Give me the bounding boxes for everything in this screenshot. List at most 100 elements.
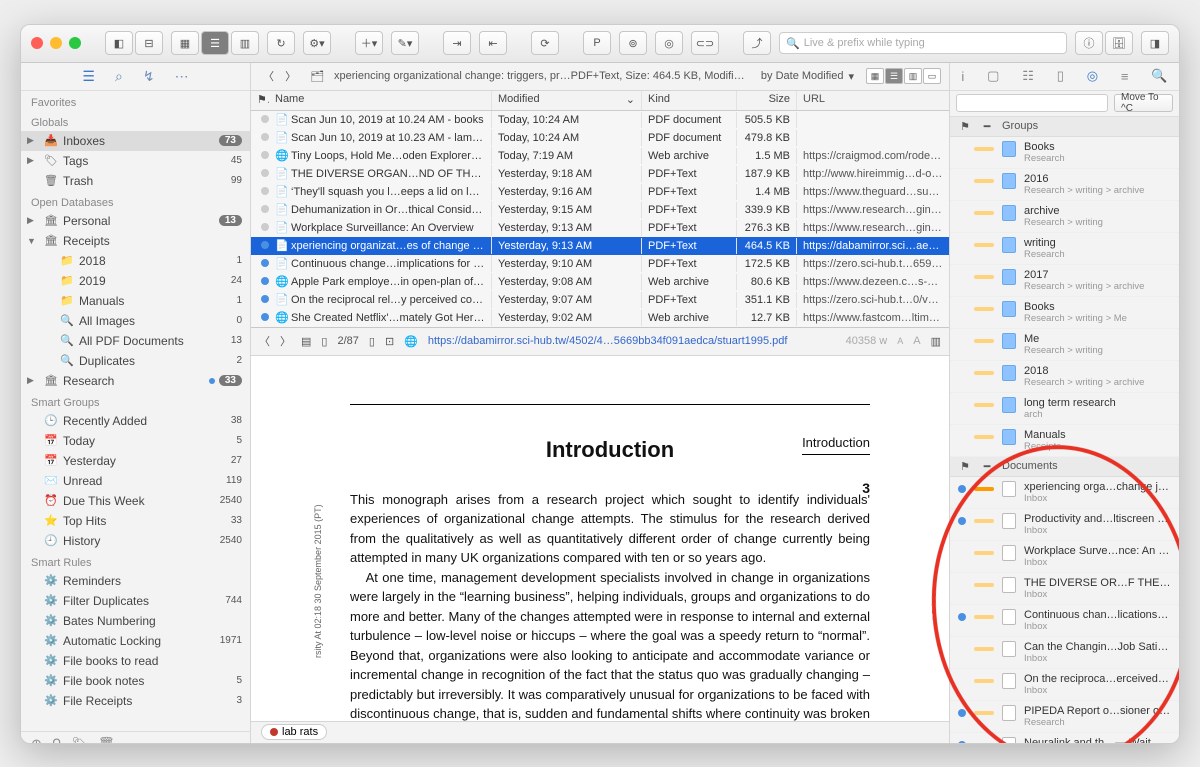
file-row[interactable]: 📄Continuous change…implications for HRDY…: [251, 255, 949, 273]
inspector-doc-row[interactable]: xperiencing orga…change journeysInbox: [950, 477, 1179, 509]
sort-menu[interactable]: by Date Modified▾: [759, 68, 856, 85]
sidebar-item[interactable]: ✉️Unread119: [21, 471, 250, 491]
tag-icon[interactable]: 🏷: [71, 736, 88, 743]
move-to-button[interactable]: Move To ^C: [1114, 94, 1173, 112]
file-row[interactable]: 🌐Apple Park employe…in open-plan offices…: [251, 273, 949, 291]
sidebar-item[interactable]: ⏰Due This Week2540: [21, 491, 250, 511]
sidebar-mode-list-icon[interactable]: ☰: [82, 68, 95, 85]
sidebar-item[interactable]: 🕘History2540: [21, 531, 250, 551]
file-list-header[interactable]: ⚑ Name Modified ⌄ Kind Size URL: [251, 91, 949, 111]
close-window-button[interactable]: [31, 37, 43, 49]
inspector-group-row[interactable]: long term researcharch: [950, 393, 1179, 425]
view-columns-button[interactable]: ▥: [231, 31, 259, 55]
file-row[interactable]: 📄On the reciprocal rel…y perceived contr…: [251, 291, 949, 309]
sidebar-item[interactable]: ▶📥Inboxes73: [21, 131, 250, 151]
score-column-icon[interactable]: ━: [980, 120, 994, 133]
preview-forward-button[interactable]: 〉: [280, 333, 291, 349]
minimize-window-button[interactable]: [50, 37, 62, 49]
file-row[interactable]: 🌐She Created Netflix'…mately Got Her Fir…: [251, 309, 949, 327]
inspector-group-row[interactable]: 2016Research > writing > archive: [950, 169, 1179, 201]
preview-mode-icon[interactable]: ▥: [931, 335, 941, 348]
tag-bar[interactable]: lab rats: [251, 721, 949, 743]
tag-chip[interactable]: lab rats: [261, 724, 327, 740]
sidebar-mode-map-icon[interactable]: ↯: [143, 68, 155, 85]
file-row[interactable]: 📄‘They'll squash you l…eeps a lid on lea…: [251, 183, 949, 201]
smart-group-icon[interactable]: ⚲: [52, 736, 62, 743]
inspector-doc-row[interactable]: THE DIVERSE OR…F THE RAINBOWInbox: [950, 573, 1179, 605]
file-row[interactable]: 📄Dehumanization in Or…thical Considerati…: [251, 201, 949, 219]
inspector-doc-row[interactable]: Continuous chan…lications for HRDInbox: [950, 605, 1179, 637]
back-button[interactable]: 〈: [259, 71, 278, 83]
sidebar-item[interactable]: ⚙️Reminders: [21, 571, 250, 591]
sidebar-item[interactable]: ⚙️Automatic Locking1971: [21, 631, 250, 651]
document-preview[interactable]: rsity At 02:18 30 September 2015 (PT) In…: [251, 356, 949, 721]
sidebar-item[interactable]: 📅Yesterday27: [21, 451, 250, 471]
inspector-group-row[interactable]: MeResearch > writing: [950, 329, 1179, 361]
inspector-doc-row[interactable]: PIPEDA Report o…sioner of CanadaResearch: [950, 701, 1179, 733]
inspector-group-row[interactable]: BooksResearch: [950, 137, 1179, 169]
flag-column-icon[interactable]: ⚑: [958, 460, 972, 473]
new-note-button[interactable]: ✎▾: [391, 31, 419, 55]
inspector-toggle-button[interactable]: ◨: [1141, 31, 1169, 55]
sidebar-item[interactable]: ⚙️Filter Duplicates744: [21, 591, 250, 611]
export-button[interactable]: ⇥: [443, 31, 471, 55]
view-grid-button[interactable]: ▦: [866, 68, 884, 84]
inspector-group-row[interactable]: writingResearch: [950, 233, 1179, 265]
sidebar-item[interactable]: ▶🏛Research33: [21, 371, 250, 391]
preview-zoom-icon[interactable]: ⊡: [385, 335, 394, 348]
inspector-group-row[interactable]: 2017Research > writing > archive: [950, 265, 1179, 297]
flag-column-icon[interactable]: ⚑: [958, 120, 972, 133]
sidebar-item[interactable]: ⚙️File book notes5: [21, 671, 250, 691]
file-row[interactable]: 📄THE DIVERSE ORGAN…ND OF THE RAINBOWYest…: [251, 165, 949, 183]
view-list-button-2[interactable]: ☰: [885, 68, 903, 84]
forward-button[interactable]: 〉: [281, 71, 300, 83]
file-row[interactable]: 📄Scan Jun 10, 2019 at 10.24 AM - booksTo…: [251, 111, 949, 129]
inspector-group-row[interactable]: archiveResearch > writing: [950, 201, 1179, 233]
inspector-tab-thumbnails-icon[interactable]: ▯: [1057, 68, 1064, 84]
inspector-doc-row[interactable]: Productivity and…ltiscreen displaysInbox: [950, 509, 1179, 541]
sidebar-item[interactable]: 🗑Trash99: [21, 171, 250, 191]
preview-sidebar-icon[interactable]: ▤: [301, 335, 311, 348]
global-search-field[interactable]: 🔍 Live & prefix while typing: [779, 32, 1067, 54]
sidebar-item[interactable]: 📅Today5: [21, 431, 250, 451]
preview-page-down-icon[interactable]: ▯: [369, 335, 375, 348]
import-button[interactable]: ⇤: [479, 31, 507, 55]
sidebar-item[interactable]: ⚙️File Receipts3: [21, 691, 250, 711]
split-view-button[interactable]: ⊟: [135, 31, 163, 55]
sidebar-item[interactable]: ⚙️Bates Numbering: [21, 611, 250, 631]
inspector-doc-row[interactable]: Workplace Surve…nce: An OverviewInbox: [950, 541, 1179, 573]
inspector-group-row[interactable]: 2018Research > writing > archive: [950, 361, 1179, 393]
share-button[interactable]: ⤴: [743, 31, 771, 55]
inspector-group-row[interactable]: BooksResearch > writing > Me: [950, 297, 1179, 329]
refresh-button[interactable]: ↻: [267, 31, 295, 55]
inspector-doc-row[interactable]: On the reciproca…erceived control?Inbox: [950, 669, 1179, 701]
database-button[interactable]: 🗄: [1105, 31, 1133, 55]
view-list-button[interactable]: ☰: [201, 31, 229, 55]
new-group-button[interactable]: ＋▾: [355, 31, 383, 55]
sidebar-item[interactable]: 📁201924: [21, 271, 250, 291]
mark-read-button[interactable]: ◎: [655, 31, 683, 55]
inspector-tab-concordance-icon[interactable]: ≡: [1121, 69, 1129, 84]
inspector-doc-row[interactable]: Neuralink and th…— Wait But WhyResearch: [950, 733, 1179, 743]
view-cover-button[interactable]: ▭: [923, 68, 941, 84]
preview-page-up-icon[interactable]: ▯: [321, 335, 327, 348]
link-button[interactable]: ⊂⊃: [691, 31, 719, 55]
sidebar-item[interactable]: 🔍All Images0: [21, 311, 250, 331]
file-row[interactable]: 📄xperiencing organizat…es of change jour…: [251, 237, 949, 255]
file-row[interactable]: 📄Scan Jun 10, 2019 at 10.23 AM - lamy pe…: [251, 129, 949, 147]
file-row[interactable]: 📄Workplace Surveillance: An OverviewYest…: [251, 219, 949, 237]
sidebar-item[interactable]: ▶🏛Personal13: [21, 211, 250, 231]
inspector-tab-annotations-icon[interactable]: ▢: [987, 68, 999, 84]
flag-button[interactable]: P: [583, 31, 611, 55]
inspector-tab-info-icon[interactable]: i: [961, 69, 964, 84]
sidebar-item[interactable]: 📁20181: [21, 251, 250, 271]
text-smaller-icon[interactable]: A: [897, 336, 903, 346]
view-column-button-2[interactable]: ▥: [904, 68, 922, 84]
inspector-tab-seealso-icon[interactable]: ◎: [1087, 68, 1098, 84]
zoom-window-button[interactable]: [69, 37, 81, 49]
sidebar-item[interactable]: 🔍Duplicates2: [21, 351, 250, 371]
sidebar-item[interactable]: ⚙️File books to read: [21, 651, 250, 671]
view-icons-button[interactable]: ▦: [171, 31, 199, 55]
inspector-doc-row[interactable]: Can the Changin…Job Satisfaction?Inbox: [950, 637, 1179, 669]
preview-url[interactable]: https://dabamirror.sci-hub.tw/4502/4…566…: [428, 335, 836, 347]
